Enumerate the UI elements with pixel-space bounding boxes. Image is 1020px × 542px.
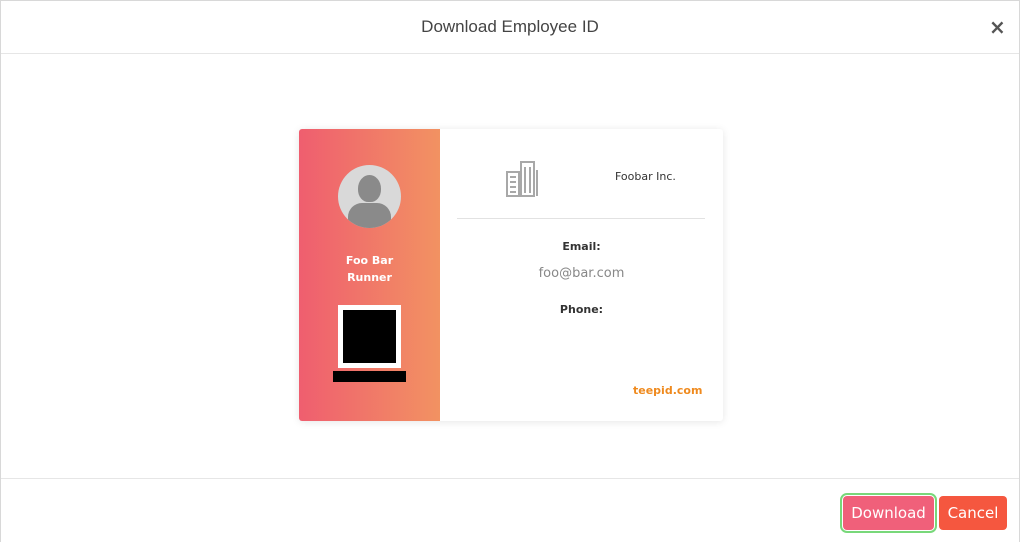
employee-name: Foo Bar bbox=[345, 254, 394, 267]
barcode bbox=[333, 371, 406, 382]
avatar bbox=[338, 165, 401, 228]
building-icon bbox=[506, 161, 538, 197]
modal-title: Download Employee ID bbox=[421, 17, 599, 36]
email-value: foo@bar.com bbox=[538, 266, 625, 281]
qr-code bbox=[338, 305, 401, 368]
avatar-head bbox=[358, 175, 381, 202]
divider bbox=[457, 218, 705, 219]
employee-id-card: Foo Bar Runner Foobar Inc. Email: foo@ba… bbox=[299, 129, 723, 421]
cancel-button[interactable]: Cancel bbox=[939, 496, 1007, 530]
phone-label: Phone: bbox=[559, 303, 604, 316]
qr-code-image bbox=[343, 310, 396, 363]
company-name: Foobar Inc. bbox=[615, 170, 676, 183]
card-right-panel: Foobar Inc. Email: foo@bar.com Phone: te… bbox=[440, 129, 723, 421]
close-icon[interactable]: × bbox=[989, 17, 1006, 37]
employee-role: Runner bbox=[347, 271, 392, 284]
modal-header: Download Employee ID × bbox=[1, 0, 1019, 54]
download-button[interactable]: Download bbox=[840, 493, 937, 533]
modal-footer: Download Cancel bbox=[1, 478, 1019, 542]
card-left-panel: Foo Bar Runner bbox=[299, 129, 440, 421]
email-label: Email: bbox=[562, 240, 601, 253]
download-employee-id-modal: Download Employee ID × Foo Bar Runner Fo… bbox=[0, 0, 1020, 542]
website-link: teepid.com bbox=[633, 384, 703, 397]
avatar-body bbox=[348, 203, 391, 228]
